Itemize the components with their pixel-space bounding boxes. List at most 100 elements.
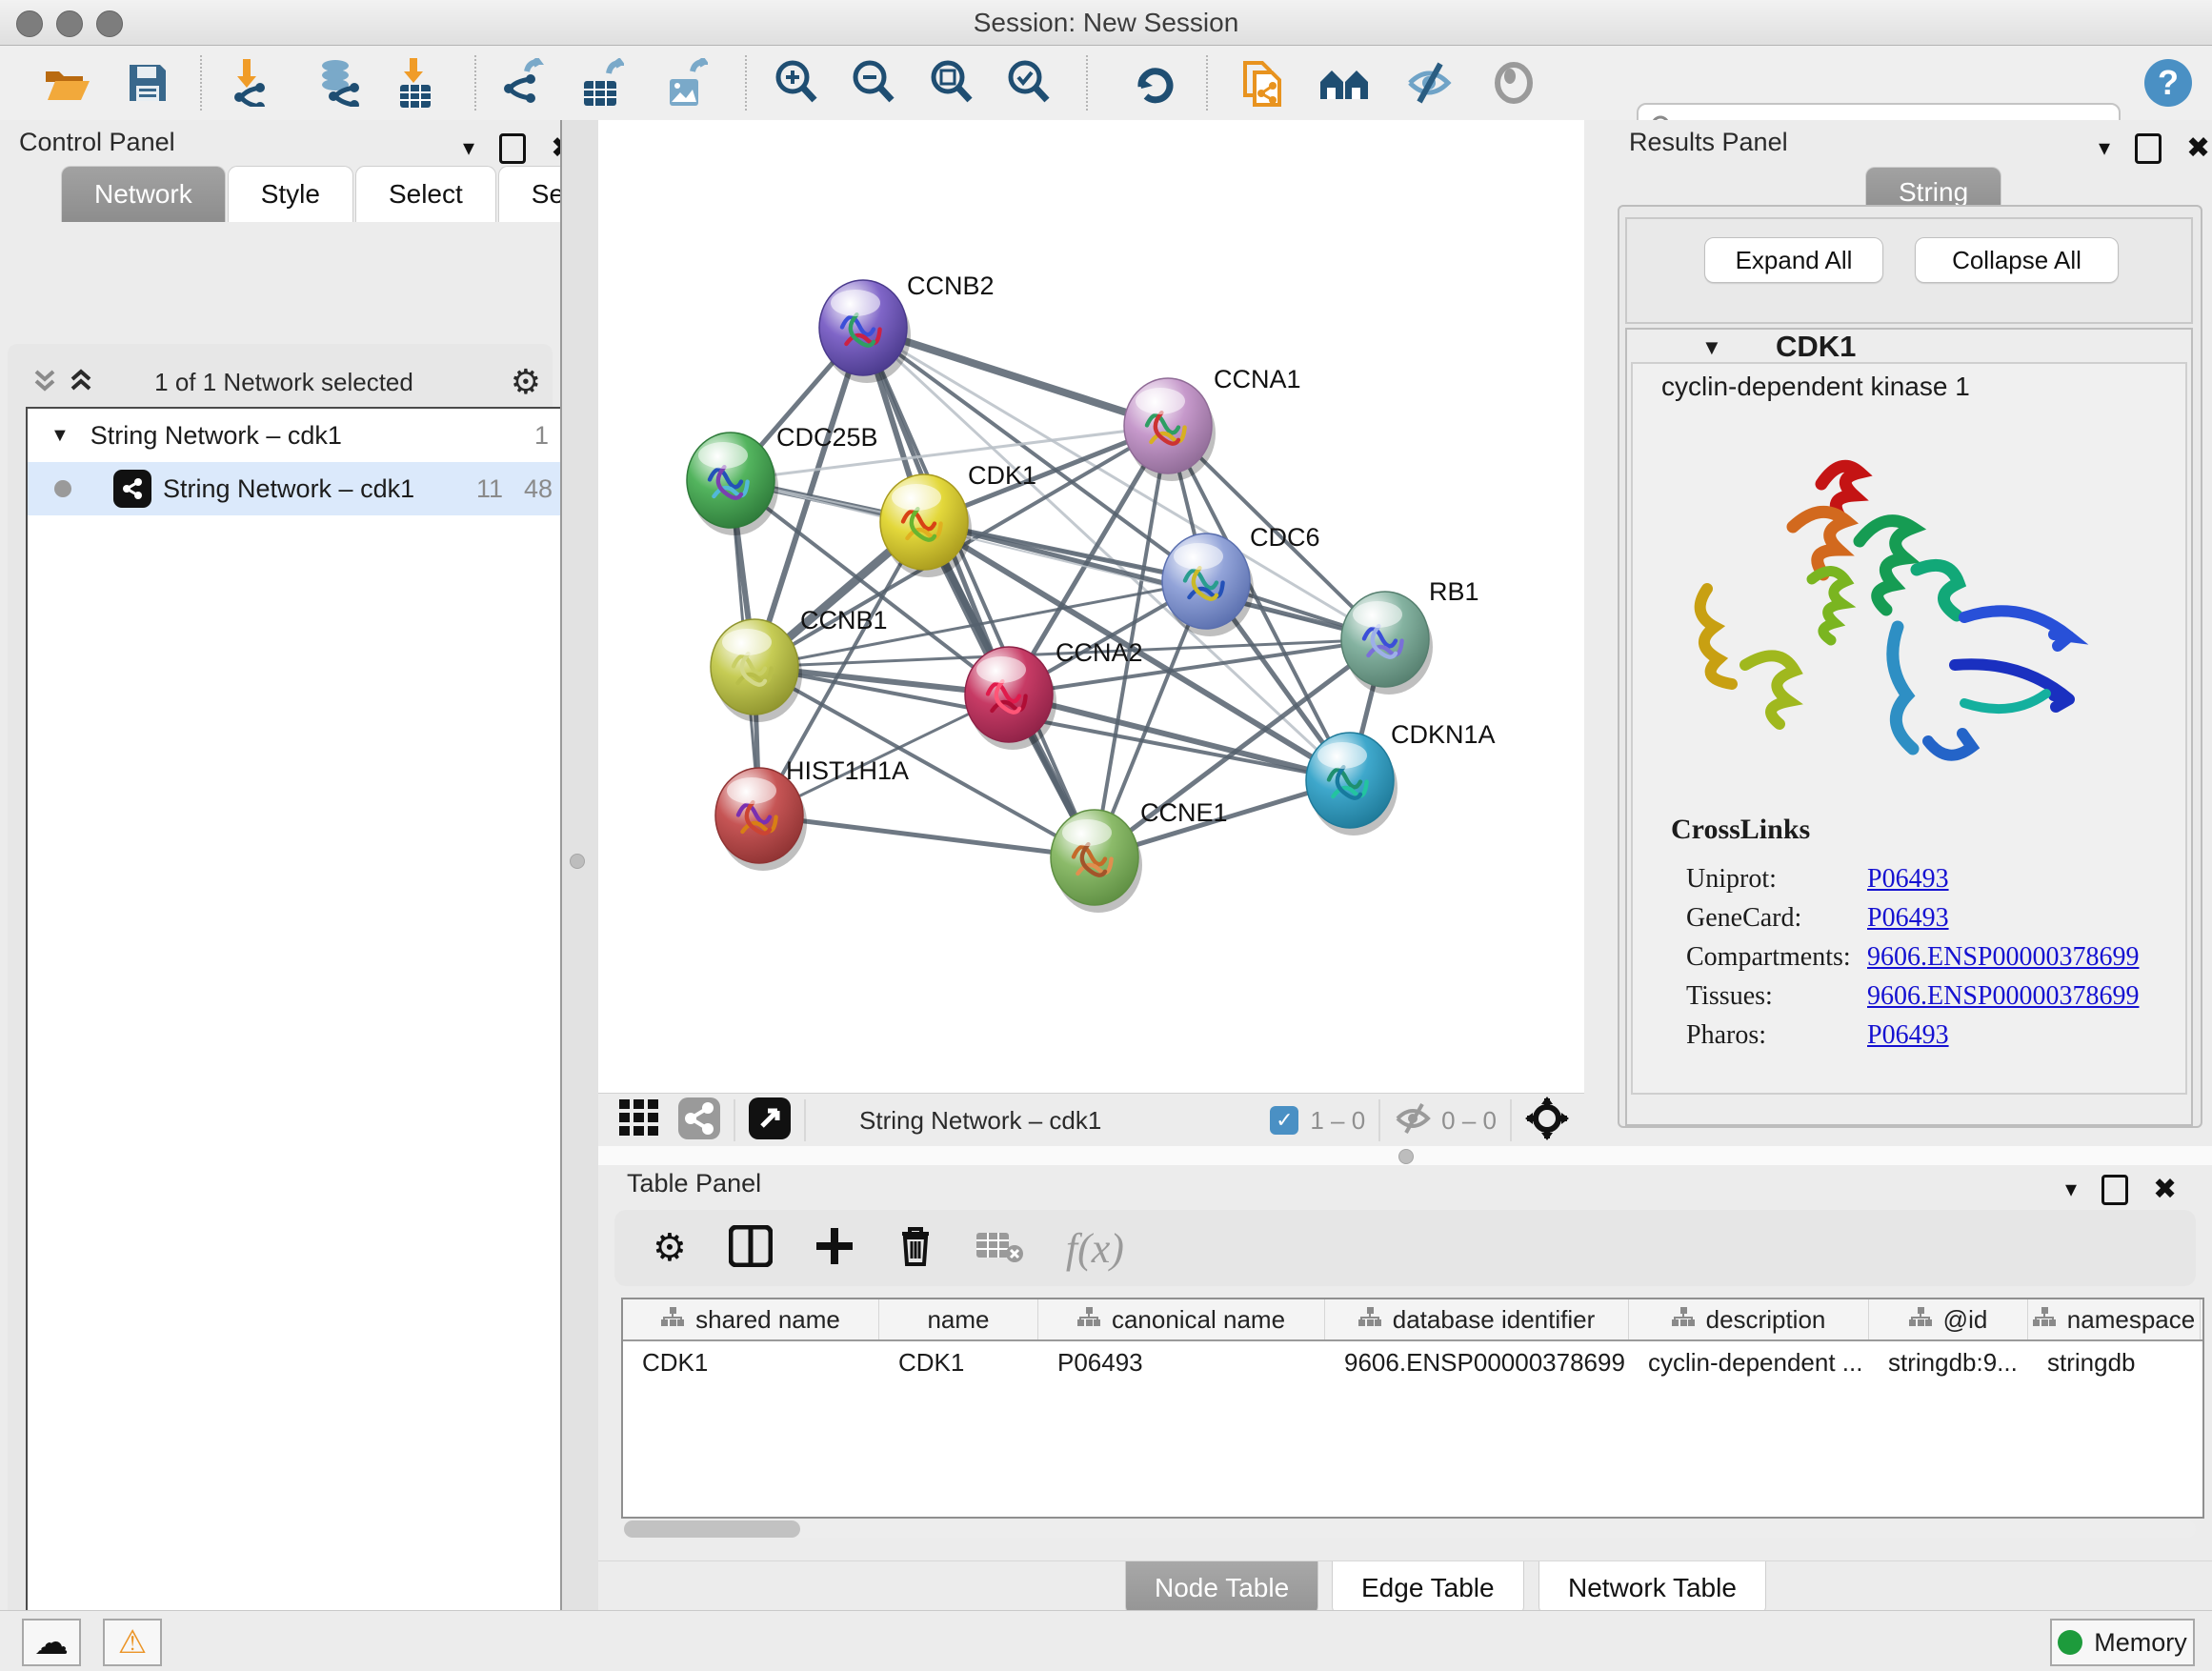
edge-HIST1H1A-CCNE1[interactable] xyxy=(759,815,1095,857)
column-header-canonical-name[interactable]: canonical name xyxy=(1038,1299,1325,1339)
export-image-icon[interactable] xyxy=(659,57,713,109)
selected-checkbox-icon[interactable]: ✓ xyxy=(1270,1106,1298,1135)
memory-button[interactable]: Memory xyxy=(2050,1619,2195,1666)
node-CCNB2[interactable] xyxy=(819,280,911,383)
create-column-icon[interactable] xyxy=(814,1226,855,1271)
node-CDK1[interactable] xyxy=(880,474,972,577)
hide-selected-icon[interactable] xyxy=(1402,57,1456,109)
tab-network[interactable]: Network xyxy=(61,166,226,222)
tab-select[interactable]: Select xyxy=(355,166,496,222)
node-CDC25B[interactable] xyxy=(687,433,778,535)
table-cell[interactable]: 9606.ENSP00000378699 xyxy=(1325,1348,1629,1378)
collapse-collection-icon[interactable]: ▼ xyxy=(50,425,70,447)
network-row[interactable]: String Network – cdk1 11 48 xyxy=(28,462,566,515)
import-table-icon[interactable] xyxy=(389,57,442,109)
node-CCNA1[interactable] xyxy=(1124,378,1216,481)
tab-style[interactable]: Style xyxy=(228,166,353,222)
panel-menu-icon[interactable]: ▾ xyxy=(2099,137,2110,160)
table-row[interactable]: CDK1CDK1P064939606.ENSP00000378699cyclin… xyxy=(623,1341,2202,1383)
splitter-handle[interactable] xyxy=(570,854,585,869)
node-table[interactable]: shared namenamecanonical namedatabase id… xyxy=(621,1298,2204,1519)
crosslink-link[interactable]: P06493 xyxy=(1867,864,1949,895)
network-view-mode-icon[interactable] xyxy=(678,1097,720,1144)
panel-menu-icon[interactable]: ▾ xyxy=(463,137,474,160)
table-cell[interactable]: P06493 xyxy=(1038,1348,1325,1378)
node-CCNE1[interactable] xyxy=(1051,810,1142,913)
warnings-button[interactable]: ⚠ xyxy=(103,1619,162,1666)
function-builder-icon[interactable]: f(x) xyxy=(1066,1224,1124,1273)
tab-edge-table[interactable]: Edge Table xyxy=(1332,1561,1524,1616)
title-bar: Session: New Session xyxy=(0,0,2212,46)
network-options-gear-icon[interactable]: ⚙ xyxy=(511,362,541,402)
collapse-all-button[interactable]: Collapse All xyxy=(1915,237,2119,283)
import-network-database-icon[interactable] xyxy=(312,57,365,109)
network-collection-row[interactable]: ▼ String Network – cdk1 1 xyxy=(28,409,566,462)
crosslink-link[interactable]: P06493 xyxy=(1867,1020,1949,1051)
column-header-database-identifier[interactable]: database identifier xyxy=(1325,1299,1629,1339)
close-panel-icon[interactable]: ✖ xyxy=(2186,134,2210,163)
table-settings-gear-icon[interactable]: ⚙ xyxy=(653,1229,687,1267)
column-label: namespace xyxy=(2067,1305,2195,1335)
zoom-selected-icon[interactable] xyxy=(1002,57,1056,109)
node-label: CCNB1 xyxy=(800,606,888,634)
node-RB1[interactable] xyxy=(1341,592,1433,695)
collapse-section-icon[interactable]: ▼ xyxy=(1701,335,1722,360)
copy-network-icon[interactable] xyxy=(1237,57,1290,109)
table-cell[interactable]: CDK1 xyxy=(623,1348,879,1378)
float-panel-icon[interactable] xyxy=(2101,1175,2128,1205)
grid-view-icon[interactable] xyxy=(619,1099,661,1142)
import-network-file-icon[interactable] xyxy=(220,57,273,109)
node-CDKN1A[interactable] xyxy=(1306,733,1398,836)
zoom-in-icon[interactable] xyxy=(770,57,823,109)
table-panel-title: Table Panel xyxy=(627,1169,761,1198)
export-network-icon[interactable] xyxy=(498,57,552,109)
network-view-canvas[interactable]: CCNB2CCNA1CDC25BCDK1CDC6RB1CCNB1CCNA2CDK… xyxy=(598,120,1584,1093)
tab-network-table[interactable]: Network Table xyxy=(1538,1561,1766,1616)
expand-all-button[interactable]: Expand All xyxy=(1704,237,1883,283)
float-panel-icon[interactable] xyxy=(2135,133,2162,164)
hidden-count: 0 – 0 xyxy=(1441,1106,1497,1136)
fit-content-crosshair-icon[interactable] xyxy=(1525,1097,1569,1145)
column-header-namespace[interactable]: namespace xyxy=(2028,1299,2201,1339)
float-panel-icon[interactable] xyxy=(499,133,526,164)
column-header-@id[interactable]: @id xyxy=(1869,1299,2028,1339)
delete-table-icon[interactable] xyxy=(976,1229,1024,1268)
crosslink-link[interactable]: 9606.ENSP00000378699 xyxy=(1867,942,2139,973)
column-header-description[interactable]: description xyxy=(1629,1299,1869,1339)
crosslink-row: GeneCard:P06493 xyxy=(1686,903,2185,934)
table-horizontal-scrollbar[interactable] xyxy=(624,1520,2196,1538)
control-panel-splitter[interactable] xyxy=(560,120,600,1610)
column-header-name[interactable]: name xyxy=(879,1299,1038,1339)
crosslink-link[interactable]: 9606.ENSP00000378699 xyxy=(1867,981,2139,1012)
open-session-icon[interactable] xyxy=(40,57,93,109)
show-columns-icon[interactable] xyxy=(729,1225,773,1272)
table-cell[interactable]: stringdb xyxy=(2028,1348,2201,1378)
column-header-shared-name[interactable]: shared name xyxy=(623,1299,879,1339)
column-label: description xyxy=(1706,1305,1826,1335)
hidden-eye-icon[interactable] xyxy=(1394,1102,1432,1139)
table-panel-splitter[interactable] xyxy=(598,1146,2212,1165)
refresh-icon[interactable] xyxy=(1128,57,1181,109)
zoom-out-icon[interactable] xyxy=(847,57,900,109)
help-icon[interactable]: ? xyxy=(2142,57,2195,109)
panel-menu-icon[interactable]: ▾ xyxy=(2065,1178,2077,1201)
close-panel-icon[interactable]: ✖ xyxy=(2153,1176,2177,1204)
table-cell[interactable]: cyclin-dependent ... xyxy=(1629,1348,1869,1378)
string-network-graph[interactable]: CCNB2CCNA1CDC25BCDK1CDC6RB1CCNB1CCNA2CDK… xyxy=(598,120,1584,1093)
birdseye-view-icon[interactable] xyxy=(749,1097,791,1144)
table-cell[interactable]: stringdb:9... xyxy=(1869,1348,2028,1378)
delete-column-icon[interactable] xyxy=(896,1224,935,1273)
node-CCNA2[interactable] xyxy=(965,647,1056,750)
cloud-status-button[interactable]: ☁ xyxy=(22,1619,81,1666)
crosslink-link[interactable]: P06493 xyxy=(1867,903,1949,934)
export-table-icon[interactable] xyxy=(575,57,629,109)
zoom-fit-icon[interactable] xyxy=(925,57,978,109)
table-scrollbar-thumb[interactable] xyxy=(624,1520,800,1538)
table-cell[interactable]: CDK1 xyxy=(879,1348,1038,1378)
show-all-icon[interactable] xyxy=(1487,57,1540,109)
splitter-handle[interactable] xyxy=(1398,1149,1414,1164)
save-session-icon[interactable] xyxy=(121,57,174,109)
first-neighbors-icon[interactable] xyxy=(1317,57,1371,109)
node-CDC6[interactable] xyxy=(1162,534,1254,636)
tab-node-table[interactable]: Node Table xyxy=(1125,1561,1318,1616)
